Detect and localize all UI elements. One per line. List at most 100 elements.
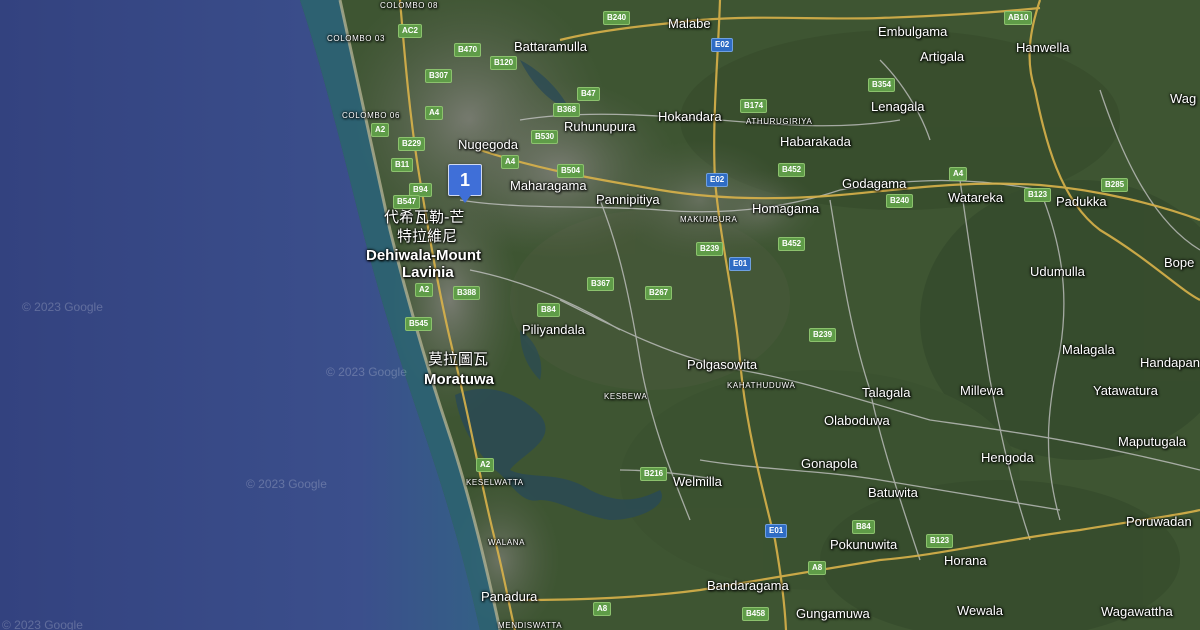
place-label-major: Lavinia <box>402 264 454 281</box>
road-shield: B470 <box>454 43 482 57</box>
place-label-cjk: 代希瓦勒-芒 <box>384 208 465 226</box>
copyright-watermark: © 2023 Google <box>22 300 103 314</box>
road-shield: A2 <box>371 123 390 137</box>
place-label: KESBEWA <box>604 392 648 401</box>
copyright-watermark: © 2023 Google <box>326 365 407 379</box>
road-shield: B452 <box>778 237 806 251</box>
road-shield: B285 <box>1101 178 1129 192</box>
place-label: Ruhunupura <box>564 119 636 134</box>
road-shield: B240 <box>886 194 914 208</box>
road-shield: AB10 <box>1004 11 1033 25</box>
place-label: Poruwadan <box>1126 514 1192 529</box>
place-label: Udumulla <box>1030 264 1085 279</box>
road-shield: B545 <box>405 317 433 331</box>
road-shield: A2 <box>415 283 434 297</box>
place-label: Padukka <box>1056 194 1107 209</box>
place-label: Pannipitiya <box>596 192 660 207</box>
road-shield: B84 <box>537 303 560 317</box>
place-label: Olaboduwa <box>824 413 890 428</box>
place-label: Artigala <box>920 49 965 64</box>
place-label: Yatawatura <box>1093 383 1158 398</box>
place-label: MAKUMBURA <box>680 215 738 224</box>
place-label: Polgasowita <box>687 357 758 372</box>
place-label: Malabe <box>668 16 711 31</box>
place-label: Batuwita <box>868 485 918 500</box>
expressway-shield: E02 <box>706 173 729 187</box>
place-label: Hengoda <box>981 450 1034 465</box>
road-shield: B367 <box>587 277 615 291</box>
road-shield: B84 <box>852 520 875 534</box>
road-shield: B267 <box>645 286 673 300</box>
place-label: Battaramulla <box>514 39 587 54</box>
place-label: Habarakada <box>780 134 851 149</box>
place-label: MENDISWATTA <box>498 621 563 630</box>
place-label: WALANA <box>488 538 526 547</box>
place-label: COLOMBO 06 <box>342 111 401 120</box>
expressway-shield: E01 <box>765 524 788 538</box>
place-label: Millewa <box>960 383 1004 398</box>
road-shield: B307 <box>425 69 453 83</box>
expressway-shield: E01 <box>729 257 752 271</box>
satellite-imagery <box>0 0 1200 630</box>
place-label: Watareka <box>948 190 1004 205</box>
road-shield: A8 <box>808 561 827 575</box>
place-label: Maputugala <box>1118 434 1186 449</box>
place-label: Wag <box>1170 91 1197 106</box>
place-label: Godagama <box>842 176 907 191</box>
road-shield: B229 <box>398 137 426 151</box>
road-shield: B354 <box>868 78 896 92</box>
copyright-watermark: © 2023 Google <box>246 477 327 491</box>
place-label: Homagama <box>752 201 820 216</box>
road-shield: B368 <box>553 103 581 117</box>
place-label: Malagala <box>1062 342 1115 357</box>
place-label: Piliyandala <box>522 322 585 337</box>
place-label: Hanwella <box>1016 40 1070 55</box>
road-shield: B47 <box>577 87 600 101</box>
place-label: KESELWATTA <box>466 478 524 487</box>
place-label-cjk: 莫拉圖瓦 <box>428 350 489 368</box>
road-shield: B174 <box>740 99 768 113</box>
place-label: Wewala <box>957 603 1004 618</box>
marker-tip <box>459 195 471 203</box>
road-shield: B120 <box>490 56 518 70</box>
place-label: Hokandara <box>658 109 722 124</box>
road-shield: A4 <box>501 155 520 169</box>
place-label: Handapan <box>1140 355 1200 370</box>
place-label: Embulgama <box>878 24 948 39</box>
place-label: Maharagama <box>510 178 587 193</box>
place-label: Talagala <box>862 385 911 400</box>
road-shield: B452 <box>778 163 806 177</box>
place-label: Panadura <box>481 589 538 604</box>
place-label: Lenagala <box>871 99 925 114</box>
road-shield: B504 <box>557 164 585 178</box>
marker-number: 1 <box>459 170 470 190</box>
place-label: Horana <box>944 553 987 568</box>
road-shield: A2 <box>476 458 495 472</box>
place-label: Gungamuwa <box>796 606 870 621</box>
expressway-shield: E02 <box>711 38 734 52</box>
place-label: Nugegoda <box>458 137 518 152</box>
road-shield: AC2 <box>398 24 423 38</box>
road-shield: B123 <box>1024 188 1052 202</box>
road-shield: B240 <box>603 11 631 25</box>
road-shield: A4 <box>425 106 444 120</box>
place-label: Bope <box>1164 255 1195 270</box>
map-view[interactable]: © 2023 Google © 2023 Google © 2023 Googl… <box>0 0 1200 630</box>
place-label: COLOMBO 03 <box>327 34 386 43</box>
road-shield: B239 <box>809 328 837 342</box>
place-label-cjk: 特拉維尼 <box>397 227 458 245</box>
road-shield: B458 <box>742 607 770 621</box>
numbered-pin-icon[interactable]: 1 <box>448 164 482 204</box>
road-shield: B11 <box>391 158 414 172</box>
place-label: Wagawattha <box>1101 604 1173 619</box>
place-label: Welmilla <box>673 474 722 489</box>
place-label: Bandaragama <box>707 578 789 593</box>
road-shield: B216 <box>640 467 668 481</box>
place-label: Gonapola <box>801 456 858 471</box>
road-shield: B123 <box>926 534 954 548</box>
road-shield: B530 <box>531 130 559 144</box>
place-label-major: Moratuwa <box>424 371 495 388</box>
place-label: COLOMBO 08 <box>380 1 439 10</box>
road-shield: A8 <box>593 602 612 616</box>
place-label: ATHURUGIRIYA <box>746 117 813 126</box>
